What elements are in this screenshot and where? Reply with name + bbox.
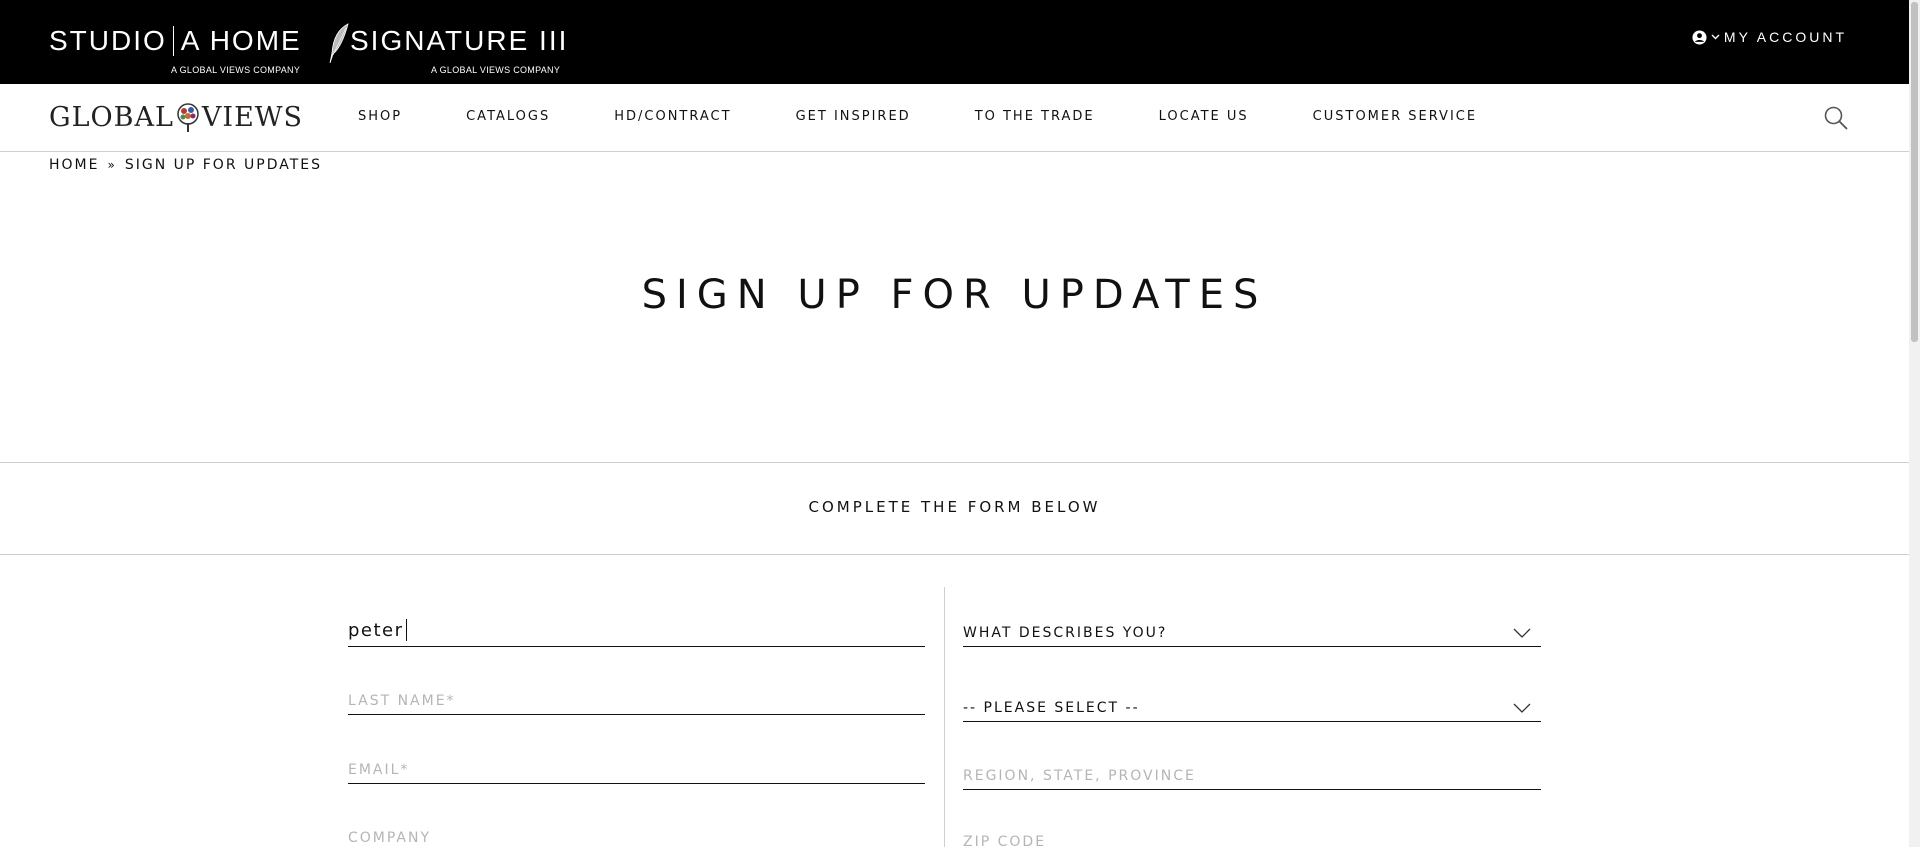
my-account-label: MY ACCOUNT <box>1723 29 1847 45</box>
breadcrumb-home[interactable]: HOME <box>49 157 99 173</box>
logo-text-views: VIEWS <box>201 102 304 133</box>
company-field[interactable]: COMPANY <box>348 822 925 847</box>
column-divider <box>944 587 945 847</box>
last-name-field[interactable]: LAST NAME* <box>348 685 925 715</box>
studio-subtitle: A GLOBAL VIEWS COMPANY <box>171 65 301 75</box>
global-views-logo[interactable]: GLOBAL VIEWS <box>49 102 303 133</box>
describes-you-select[interactable]: WHAT DESCRIBES YOU? <box>963 617 1541 647</box>
primary-nav: SHOP CATALOGS HD/CONTRACT GET INSPIRED T… <box>358 109 1541 124</box>
last-name-placeholder: LAST NAME* <box>348 693 456 709</box>
quill-icon <box>329 23 349 64</box>
signature-iii-logo[interactable]: SIGNATURE III A GLOBAL VIEWS COMPANY <box>328 23 569 75</box>
brand-bar: STUDIO A HOME A GLOBAL VIEWS COMPANY SIGN… <box>0 0 1909 84</box>
studio-a-home-logo[interactable]: STUDIO A HOME A GLOBAL VIEWS COMPANY <box>49 25 302 75</box>
globe-tree-icon <box>177 102 199 132</box>
page-title: SIGN UP FOR UPDATES <box>641 272 1268 318</box>
nav-locate-us[interactable]: LOCATE US <box>1159 109 1249 124</box>
describes-you-label: WHAT DESCRIBES YOU? <box>963 625 1168 641</box>
nav-to-the-trade[interactable]: TO THE TRADE <box>975 109 1095 124</box>
chevron-down-icon <box>1513 703 1531 713</box>
scrollbar-thumb[interactable] <box>1911 2 1918 342</box>
email-field[interactable]: EMAIL* <box>348 754 925 784</box>
studio-a-home-name: STUDIO A HOME <box>49 25 302 56</box>
zip-code-field[interactable]: ZIP CODE <box>963 826 1541 847</box>
nav-hd-contract[interactable]: HD/CONTRACT <box>614 109 731 124</box>
chevron-down-icon <box>1711 34 1720 40</box>
main-navigation-bar: GLOBAL VIEWS SHOP CATALOGS HD/CONTRACT G… <box>0 84 1909 152</box>
first-name-field[interactable]: peter <box>348 617 925 647</box>
please-select-label: -- PLEASE SELECT -- <box>963 700 1140 716</box>
search-icon <box>1824 106 1848 130</box>
logo-divider <box>172 25 174 56</box>
form-heading: COMPLETE THE FORM BELOW <box>808 498 1101 516</box>
nav-get-inspired[interactable]: GET INSPIRED <box>796 109 911 124</box>
first-name-value: peter <box>348 620 404 641</box>
email-placeholder: EMAIL* <box>348 762 410 778</box>
nav-shop[interactable]: SHOP <box>358 109 402 124</box>
please-select-dropdown[interactable]: -- PLEASE SELECT -- <box>963 692 1541 722</box>
nav-customer-service[interactable]: CUSTOMER SERVICE <box>1313 109 1477 124</box>
my-account-menu[interactable]: MY ACCOUNT <box>1692 29 1847 45</box>
page-scrollbar[interactable] <box>1909 0 1920 847</box>
breadcrumb-separator: » <box>107 158 117 172</box>
chevron-down-icon <box>1513 628 1531 638</box>
signature-name: SIGNATURE III <box>350 25 569 56</box>
region-placeholder: REGION, STATE, PROVINCE <box>963 768 1196 784</box>
company-placeholder: COMPANY <box>348 830 432 846</box>
region-field[interactable]: REGION, STATE, PROVINCE <box>963 760 1541 790</box>
text-cursor <box>405 619 407 641</box>
search-button[interactable] <box>1823 105 1849 135</box>
user-icon <box>1692 29 1707 45</box>
form-heading-band: COMPLETE THE FORM BELOW <box>0 462 1909 555</box>
nav-catalogs[interactable]: CATALOGS <box>466 109 550 124</box>
breadcrumb-current: SIGN UP FOR UPDATES <box>124 157 323 173</box>
signature-subtitle: A GLOBAL VIEWS COMPANY <box>431 65 561 75</box>
zip-code-placeholder: ZIP CODE <box>963 834 1047 847</box>
breadcrumb: HOME » SIGN UP FOR UPDATES <box>49 157 322 173</box>
logo-text-global: GLOBAL <box>49 102 174 133</box>
